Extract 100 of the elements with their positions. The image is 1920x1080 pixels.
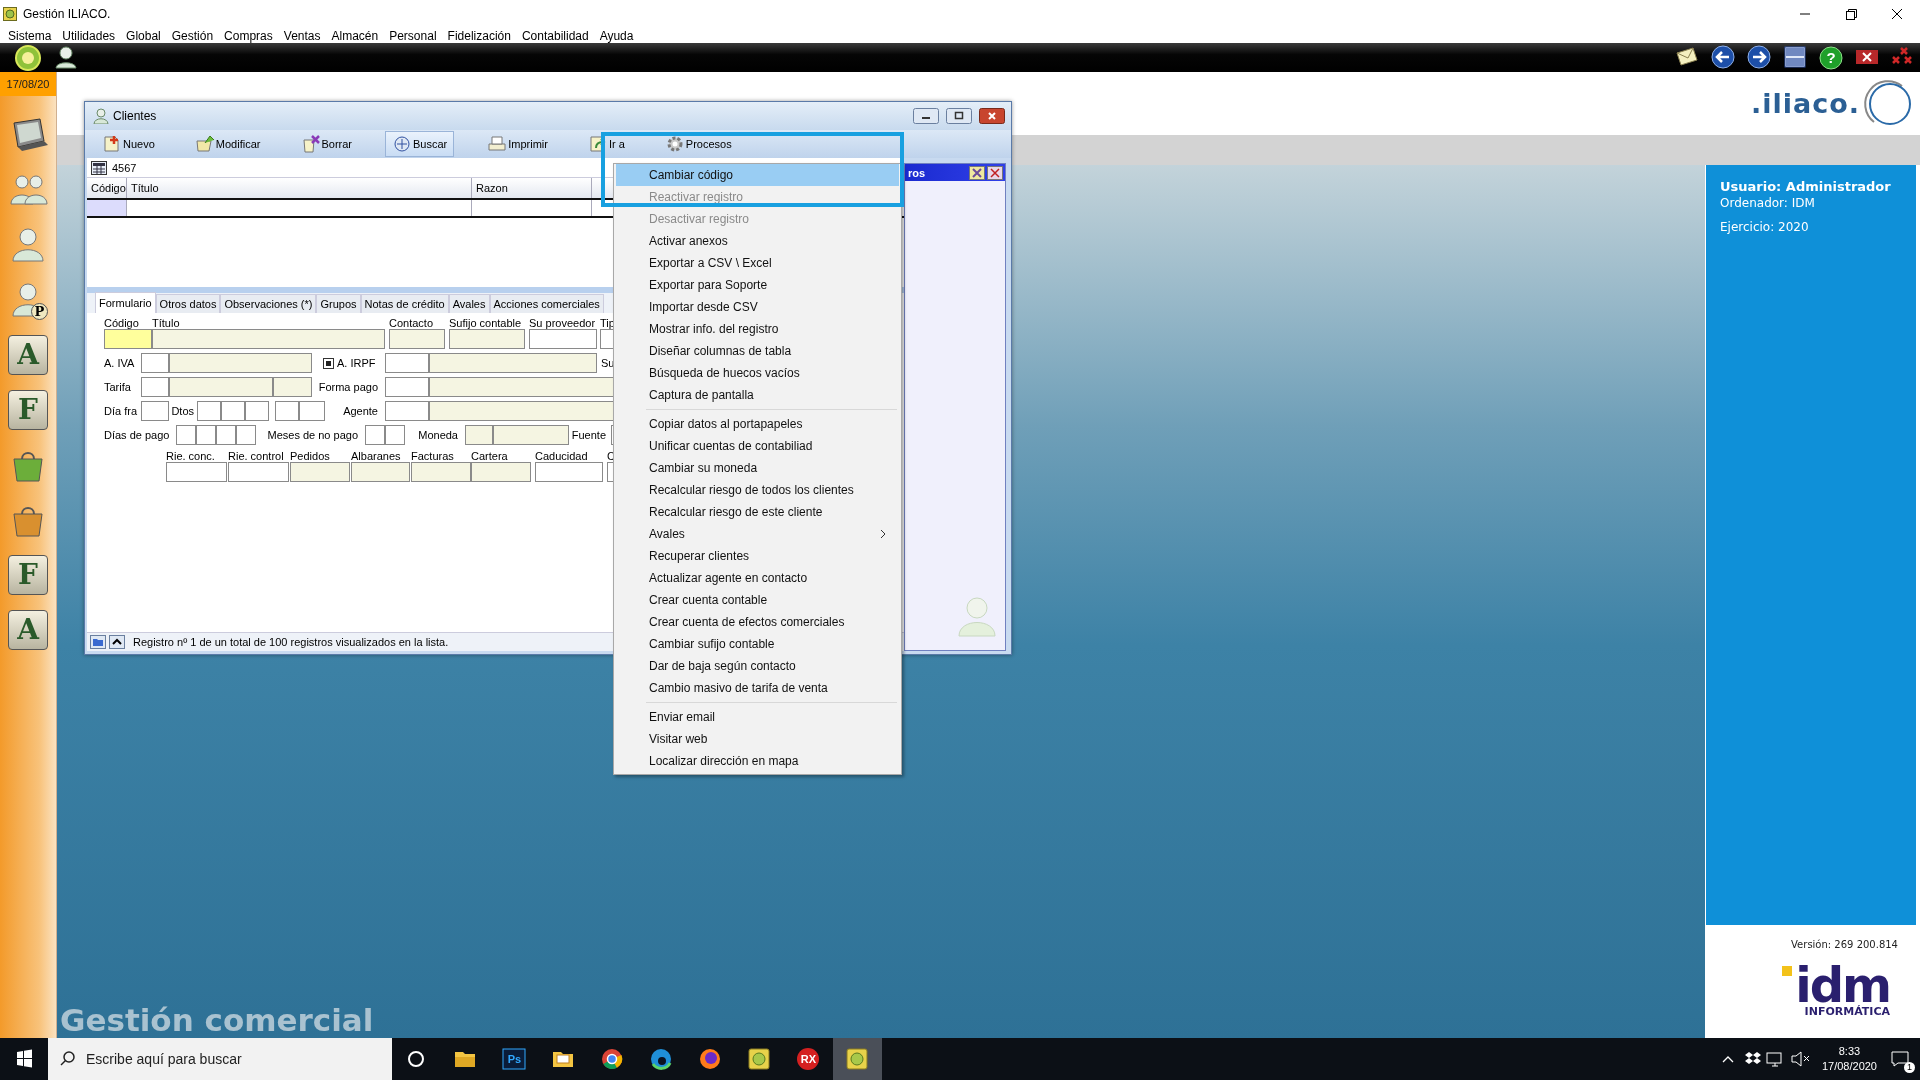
menu-item[interactable]: Personal	[389, 28, 437, 43]
input-field[interactable]	[493, 425, 569, 445]
tab[interactable]: Avales	[448, 294, 490, 313]
menu-item[interactable]: Localizar dirección en mapa	[616, 750, 899, 772]
toolbar-button[interactable]: Nuevo	[95, 131, 162, 157]
input-field[interactable]	[529, 329, 597, 349]
input-field[interactable]	[196, 425, 216, 445]
table-cell[interactable]	[87, 200, 127, 216]
minimize-icon[interactable]	[913, 108, 939, 124]
letter-tile-icon[interactable]: F	[8, 390, 48, 430]
letter-tile-icon[interactable]: F	[8, 555, 48, 595]
menu-item[interactable]: Ventas	[283, 28, 321, 43]
input-field[interactable]	[429, 377, 616, 397]
input-field[interactable]	[471, 462, 531, 482]
maximize-icon[interactable]	[946, 108, 972, 124]
input-field[interactable]	[429, 401, 616, 421]
input-field[interactable]	[228, 462, 289, 482]
menu-item[interactable]: Almacén	[331, 28, 379, 43]
input-field[interactable]	[290, 462, 350, 482]
menu-item[interactable]: Mostrar info. del registro	[616, 318, 899, 340]
input-field[interactable]	[176, 425, 196, 445]
menu-item[interactable]: Cambiar código	[616, 164, 899, 186]
input-field[interactable]	[166, 462, 227, 482]
clock[interactable]: 8:33 17/08/2020	[1813, 1044, 1885, 1074]
menu-item[interactable]: Exportar para Soporte	[616, 274, 899, 296]
input-field[interactable]	[535, 462, 603, 482]
column-header[interactable]: Código	[87, 178, 127, 198]
input-field[interactable]	[365, 425, 385, 445]
input-field[interactable]	[216, 425, 236, 445]
menu-item[interactable]: Copiar datos al portapapeles	[616, 413, 899, 435]
input-field[interactable]	[169, 353, 312, 373]
menu-item[interactable]: Fidelización	[447, 28, 511, 43]
menu-item[interactable]: Crear cuenta contable	[616, 589, 899, 611]
menu-item[interactable]: Gestión	[171, 28, 214, 43]
app-icon[interactable]	[833, 1038, 882, 1080]
input-field[interactable]	[169, 377, 273, 397]
search-field[interactable]: Escribe aquí para buscar	[48, 1038, 392, 1080]
input-field[interactable]	[351, 462, 410, 482]
input-field[interactable]	[411, 462, 471, 482]
menu-item[interactable]: Dar de baja según contacto	[616, 655, 899, 677]
menu-item[interactable]: Avales	[616, 523, 899, 545]
menu-item[interactable]: Crear cuenta de efectos comerciales	[616, 611, 899, 633]
menu-item[interactable]: Recalcular riesgo de este cliente	[616, 501, 899, 523]
menu-item[interactable]: Utilidades	[62, 28, 116, 43]
toolbar-button[interactable]: Buscar	[385, 131, 455, 157]
letter-tile-icon[interactable]: A	[8, 610, 48, 650]
table-icon[interactable]	[91, 160, 107, 175]
input-field[interactable]	[385, 401, 429, 421]
tab[interactable]: Acciones comerciales	[489, 294, 604, 313]
menu-item[interactable]: Visitar web	[616, 728, 899, 750]
letter-tile-icon[interactable]: A	[8, 335, 48, 375]
input-field[interactable]	[236, 425, 256, 445]
input-field[interactable]	[141, 377, 169, 397]
input-field[interactable]	[273, 377, 312, 397]
toolbar-button[interactable]: Modificar	[187, 131, 268, 157]
menu-item[interactable]: Compras	[224, 28, 273, 43]
menu-item[interactable]: Recalcular riesgo de todos los clientes	[616, 479, 899, 501]
menu-item[interactable]: Actualizar agente en contacto	[616, 567, 899, 589]
input-field[interactable]	[221, 401, 245, 421]
pin-icon[interactable]	[969, 165, 985, 180]
menu-item[interactable]: Cambiar sufijo contable	[616, 633, 899, 655]
caret-up-icon[interactable]	[109, 635, 125, 649]
input-field[interactable]	[465, 425, 493, 445]
menu-item[interactable]: Recuperar clientes	[616, 545, 899, 567]
menu-item[interactable]: Búsqueda de huecos vacíos	[616, 362, 899, 384]
toolbar-button[interactable]: Ir a	[580, 131, 632, 157]
menu-item[interactable]: Ayuda	[599, 28, 634, 43]
input-field[interactable]	[429, 353, 597, 373]
input-field[interactable]	[141, 401, 169, 421]
menu-item[interactable]: Importar desde CSV	[616, 296, 899, 318]
tab[interactable]: Observaciones (*)	[220, 294, 317, 313]
menu-item[interactable]: Activar anexos	[616, 230, 899, 252]
menu-item[interactable]: Global	[126, 28, 161, 43]
menu-item[interactable]: Captura de pantalla	[616, 384, 899, 406]
input-field[interactable]	[245, 401, 269, 421]
menu-item[interactable]: Contabilidad	[521, 28, 589, 43]
user-icon[interactable]	[54, 43, 80, 72]
input-field[interactable]	[275, 401, 299, 421]
toolbar-button[interactable]: Imprimir	[480, 131, 555, 157]
back-arrow-icon[interactable]	[1710, 43, 1736, 72]
menu-item[interactable]: Cambiar su moneda	[616, 457, 899, 479]
input-field[interactable]	[104, 329, 152, 349]
menu-item[interactable]: Cambio masivo de tarifa de venta	[616, 677, 899, 699]
input-field[interactable]	[299, 401, 325, 421]
input-field[interactable]	[385, 377, 429, 397]
input-field[interactable]	[197, 401, 221, 421]
close-icon[interactable]	[979, 108, 1005, 124]
tab[interactable]: Notas de crédito	[360, 294, 449, 313]
forward-arrow-icon[interactable]	[1746, 43, 1772, 72]
globe-icon[interactable]	[14, 43, 44, 72]
input-field[interactable]	[385, 353, 429, 373]
input-field[interactable]	[385, 425, 405, 445]
input-field[interactable]	[389, 329, 445, 349]
tab[interactable]: Grupos	[316, 294, 361, 313]
toolbar-button[interactable]: Borrar	[293, 131, 359, 157]
input-field[interactable]	[152, 329, 385, 349]
tab[interactable]: Otros datos	[155, 294, 221, 313]
menu-item[interactable]: Sistema	[8, 28, 52, 43]
menu-item[interactable]: Exportar a CSV \ Excel	[616, 252, 899, 274]
input-field[interactable]	[141, 353, 169, 373]
